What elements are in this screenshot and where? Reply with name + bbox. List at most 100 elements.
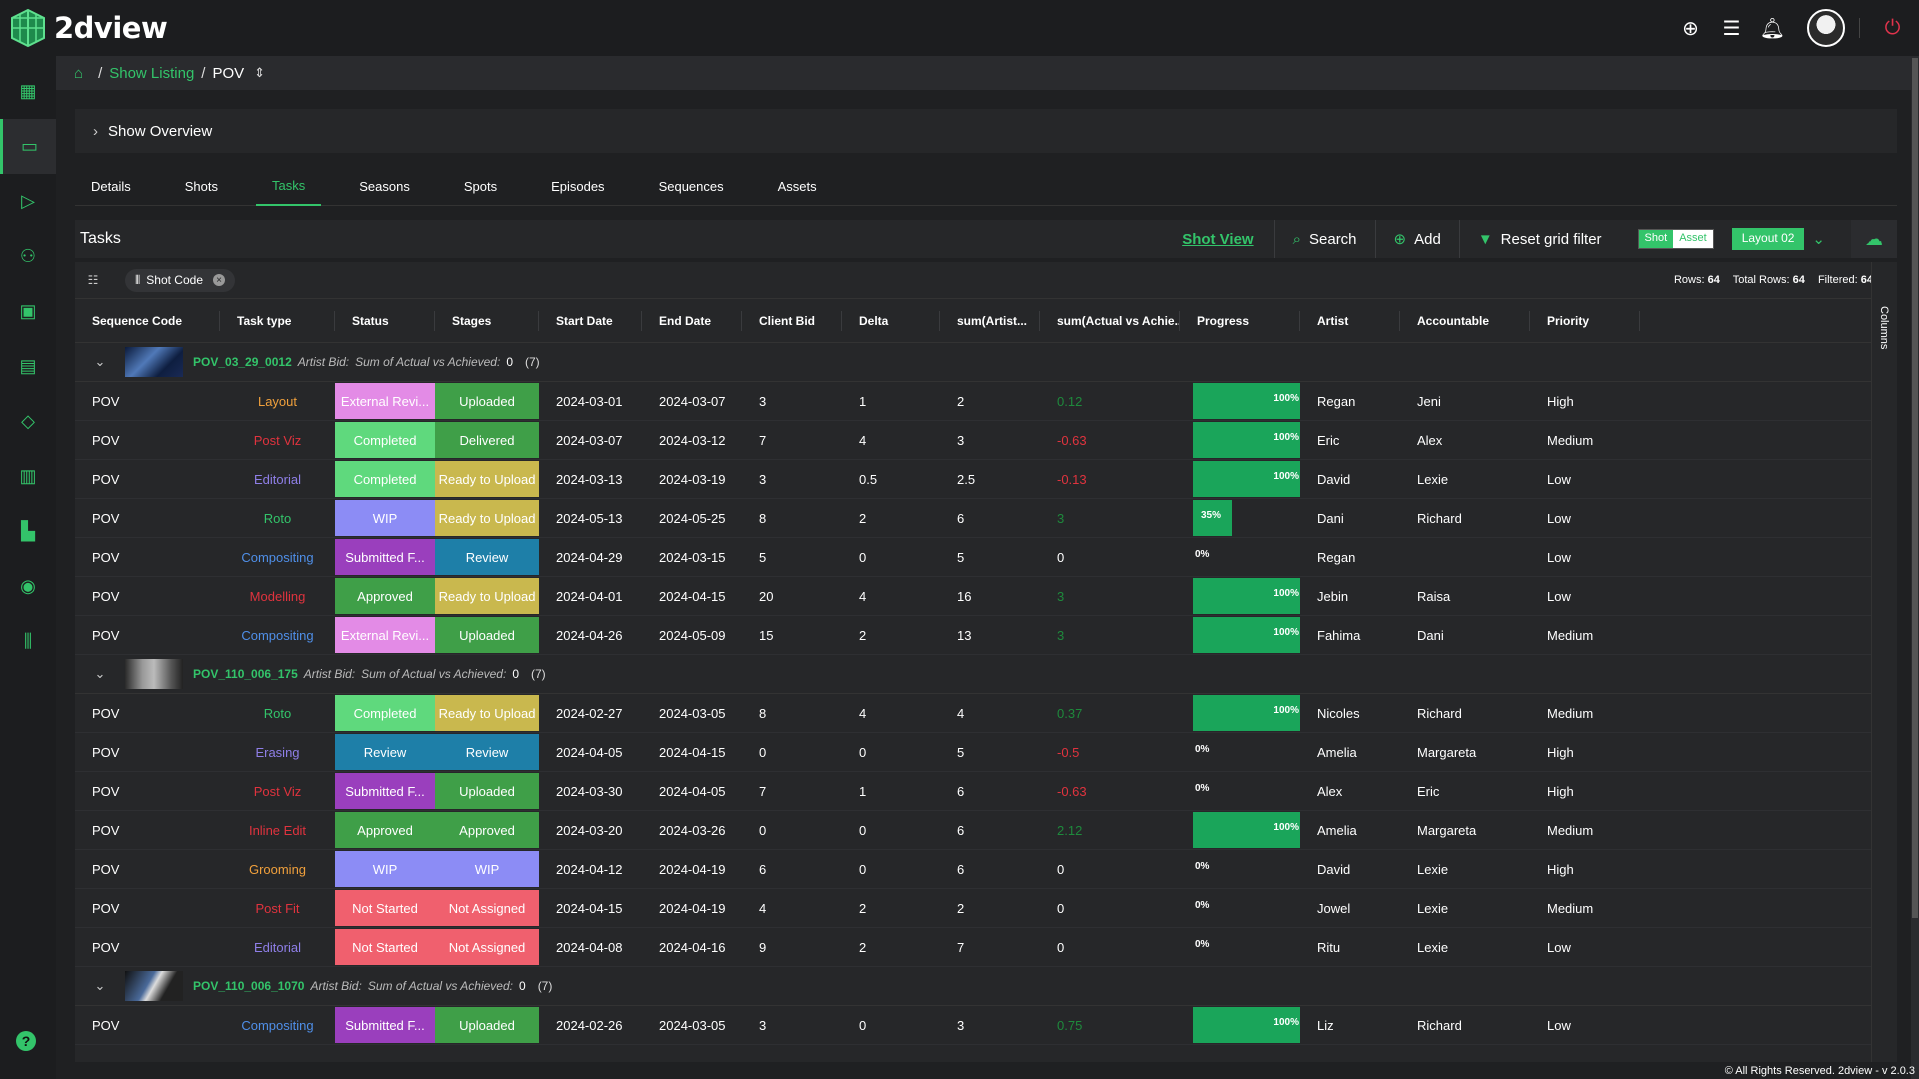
stage-badge[interactable]: Review [435, 734, 539, 770]
table-row[interactable]: POV Post Fit Not Started Not Assigned 2024-0… [75, 889, 1897, 928]
table-row[interactable]: POV Roto Completed Ready to Upload 2024-02-2… [75, 694, 1897, 733]
column-header[interactable]: Sequence Code [75, 310, 220, 331]
tab-spots[interactable]: Spots [448, 166, 513, 206]
list-icon[interactable]: ☰ [1711, 0, 1752, 56]
status-badge[interactable]: WIP [335, 500, 435, 536]
column-header[interactable]: sum(Artist... [940, 310, 1040, 331]
stage-badge[interactable]: Not Assigned [435, 929, 539, 965]
toggle-asset[interactable]: Asset [1673, 230, 1713, 248]
table-row[interactable]: POV Modelling Approved Ready to Upload 2024-… [75, 577, 1897, 616]
column-header[interactable]: Progress [1180, 310, 1300, 331]
group-row[interactable]: ⌄ POV_110_006_175 Artist Bid: Sum of Actual… [75, 655, 1897, 694]
shot-view-link[interactable]: Shot View [1182, 231, 1253, 248]
column-header[interactable]: sum(Actual vs Achie... [1040, 310, 1180, 331]
tab-shots[interactable]: Shots [169, 166, 234, 206]
column-header[interactable]: Accountable [1400, 310, 1530, 331]
stage-badge[interactable]: Not Assigned [435, 890, 539, 926]
status-badge[interactable]: Approved [335, 812, 435, 848]
table-row[interactable]: POV Post Viz Completed Delivered 2024-03-07 2… [75, 421, 1897, 460]
chevron-down-icon[interactable]: ⌄ [75, 978, 125, 994]
column-header[interactable]: Artist [1300, 310, 1400, 331]
table-row[interactable]: POV Inline Edit Approved Approved 2024-03-20… [75, 811, 1897, 850]
status-badge[interactable]: Submitted F... [335, 1007, 435, 1043]
dashboard-icon[interactable]: ▦ [0, 64, 56, 119]
table-row[interactable]: POV Erasing Review Review 2024-04-05 2024-04-… [75, 733, 1897, 772]
toggle-shot[interactable]: Shot [1638, 230, 1674, 248]
stage-badge[interactable]: Uploaded [435, 773, 539, 809]
layout-select[interactable]: Layout 02 [1731, 228, 1805, 250]
status-badge[interactable]: External Revi... [335, 383, 435, 419]
bell-icon[interactable]: 🔔︎ [1752, 0, 1793, 56]
eye-icon[interactable]: ◉ [0, 559, 56, 614]
cloud-icon[interactable]: ☁ [1851, 220, 1897, 258]
power-icon[interactable]: ⏻ [1872, 0, 1913, 56]
hierarchy-icon[interactable]: ⚇ [0, 229, 56, 284]
status-badge[interactable]: Completed [335, 422, 435, 458]
chevron-down-icon[interactable]: ⌄ [75, 666, 125, 682]
table-row[interactable]: POV Compositing Submitted F... Review 2024-0… [75, 538, 1897, 577]
tab-assets[interactable]: Assets [762, 166, 833, 206]
stage-badge[interactable]: Uploaded [435, 383, 539, 419]
tab-tasks[interactable]: Tasks [256, 166, 322, 206]
group-list-icon[interactable]: ☷ [75, 273, 111, 287]
logo[interactable]: 2dview [0, 8, 200, 48]
home-icon[interactable]: ⌂ [74, 65, 83, 82]
status-badge[interactable]: Submitted F... [335, 539, 435, 575]
group-code[interactable]: POV_110_006_175 [193, 667, 298, 681]
stage-badge[interactable]: Approved [435, 812, 539, 848]
status-badge[interactable]: External Revi... [335, 617, 435, 653]
stage-badge[interactable]: Ready to Upload [435, 500, 539, 536]
stage-badge[interactable]: Review [435, 539, 539, 575]
columns-sidebar[interactable]: Columns [1871, 262, 1897, 1062]
add-circle-icon[interactable]: ⊕ [1670, 0, 1711, 56]
stage-badge[interactable]: Uploaded [435, 617, 539, 653]
chevron-down-icon[interactable]: ⌄ [1812, 230, 1825, 248]
calendar-icon[interactable]: ▣ [0, 284, 56, 339]
column-header[interactable]: Stages [435, 310, 539, 331]
column-header[interactable]: Priority [1530, 310, 1640, 331]
sliders-icon[interactable]: ⫼ [0, 614, 56, 669]
group-chip[interactable]: ⦀ Shot Code × [125, 268, 235, 292]
column-header[interactable]: End Date [642, 310, 742, 331]
show-overview-panel[interactable]: › Show Overview [75, 109, 1897, 153]
column-header[interactable]: Status [335, 310, 435, 331]
calendar-check-icon[interactable]: ▤ [0, 339, 56, 394]
table-row[interactable]: POV Grooming WIP WIP 2024-04-12 2024-04-19 6 0 6… [75, 850, 1897, 889]
group-code[interactable]: POV_110_006_1070 [193, 979, 304, 993]
table-row[interactable]: POV Editorial Not Started Not Assigned 2024-… [75, 928, 1897, 967]
status-badge[interactable]: Submitted F... [335, 773, 435, 809]
breadcrumb-show-listing[interactable]: Show Listing [109, 65, 194, 82]
bar-chart-icon[interactable]: ▙ [0, 504, 56, 559]
group-code[interactable]: POV_03_29_0012 [193, 355, 292, 369]
monitor-icon[interactable]: ▭ [0, 119, 56, 174]
table-row[interactable]: POV Compositing Submitted F... Uploaded 2024… [75, 1006, 1897, 1045]
stage-badge[interactable]: WIP [435, 851, 539, 887]
group-row[interactable]: ⌄ POV_110_006_1070 Artist Bid: Sum of Actua… [75, 967, 1897, 1006]
table-row[interactable]: POV Editorial Completed Ready to Upload 2024… [75, 460, 1897, 499]
status-badge[interactable]: Completed [335, 461, 435, 497]
close-icon[interactable]: × [213, 274, 225, 286]
page-scrollbar[interactable] [1911, 56, 1919, 1079]
status-badge[interactable]: Completed [335, 695, 435, 731]
group-row[interactable]: ⌄ POV_03_29_0012 Artist Bid: Sum of Actual … [75, 343, 1897, 382]
stage-badge[interactable]: Ready to Upload [435, 578, 539, 614]
status-badge[interactable]: WIP [335, 851, 435, 887]
tag-icon[interactable]: ◇ [0, 394, 56, 449]
tab-seasons[interactable]: Seasons [343, 166, 426, 206]
tab-sequences[interactable]: Sequences [643, 166, 740, 206]
column-header[interactable]: Start Date [539, 310, 642, 331]
shot-asset-toggle[interactable]: Shot Asset [1637, 229, 1714, 249]
column-header[interactable]: Client Bid [742, 310, 842, 331]
status-badge[interactable]: Not Started [335, 890, 435, 926]
status-badge[interactable]: Approved [335, 578, 435, 614]
stage-badge[interactable]: Ready to Upload [435, 461, 539, 497]
stage-badge[interactable]: Uploaded [435, 1007, 539, 1043]
table-row[interactable]: POV Layout External Revi... Uploaded 2024-03… [75, 382, 1897, 421]
avatar[interactable] [1807, 9, 1845, 47]
status-badge[interactable]: Not Started [335, 929, 435, 965]
reset-filter-button[interactable]: ▼ Reset grid filter [1458, 220, 1620, 258]
status-badge[interactable]: Review [335, 734, 435, 770]
column-header[interactable]: Task type [220, 310, 335, 331]
stage-badge[interactable]: Ready to Upload [435, 695, 539, 731]
help-icon[interactable]: ? [16, 1031, 36, 1051]
